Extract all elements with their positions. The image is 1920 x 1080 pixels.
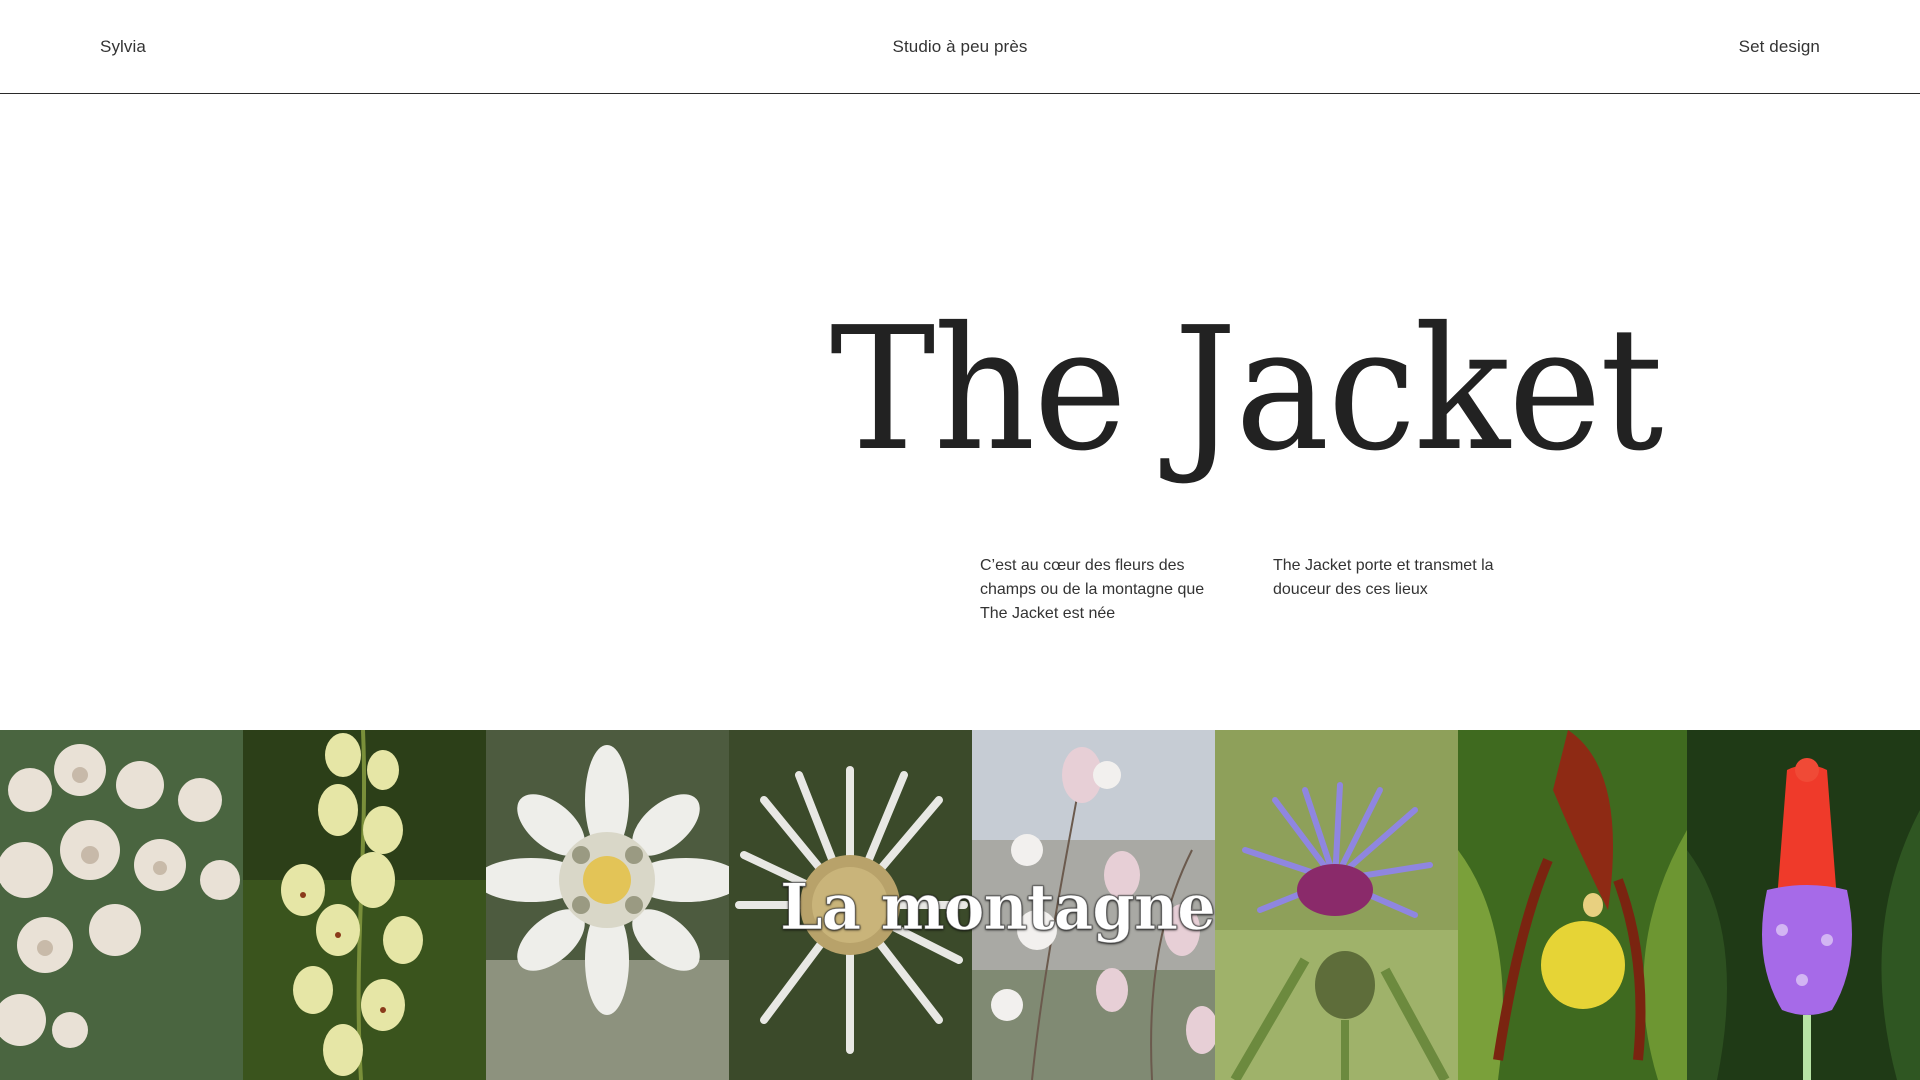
ladys-slipper-orchid-image[interactable]	[1458, 730, 1687, 1080]
intro-paragraph-1: C’est au cœur des fleurs des champs ou d…	[980, 557, 1205, 622]
yarrow-flowers-image[interactable]	[0, 730, 243, 1080]
knapweed-flower-image[interactable]	[1215, 730, 1458, 1080]
nav-link-set-design[interactable]: Set design	[1739, 37, 1820, 57]
page: Sylvia Studio à peu près Set design The …	[0, 0, 1920, 1080]
edelweiss-flower-image[interactable]	[486, 730, 729, 1080]
gallery-label: La montagne	[780, 870, 1217, 946]
top-navigation-bar: Sylvia Studio à peu près Set design	[0, 0, 1920, 94]
nav-link-sylvia[interactable]: Sylvia	[100, 37, 146, 57]
intro-paragraph-2: The Jacket porte et transmet la douceur …	[1273, 557, 1494, 598]
page-title: The Jacket	[830, 291, 1663, 489]
nav-link-studio[interactable]: Studio à peu près	[893, 37, 1028, 57]
vial-primrose-image[interactable]	[1687, 730, 1920, 1080]
foxglove-flowers-image[interactable]	[243, 730, 486, 1080]
